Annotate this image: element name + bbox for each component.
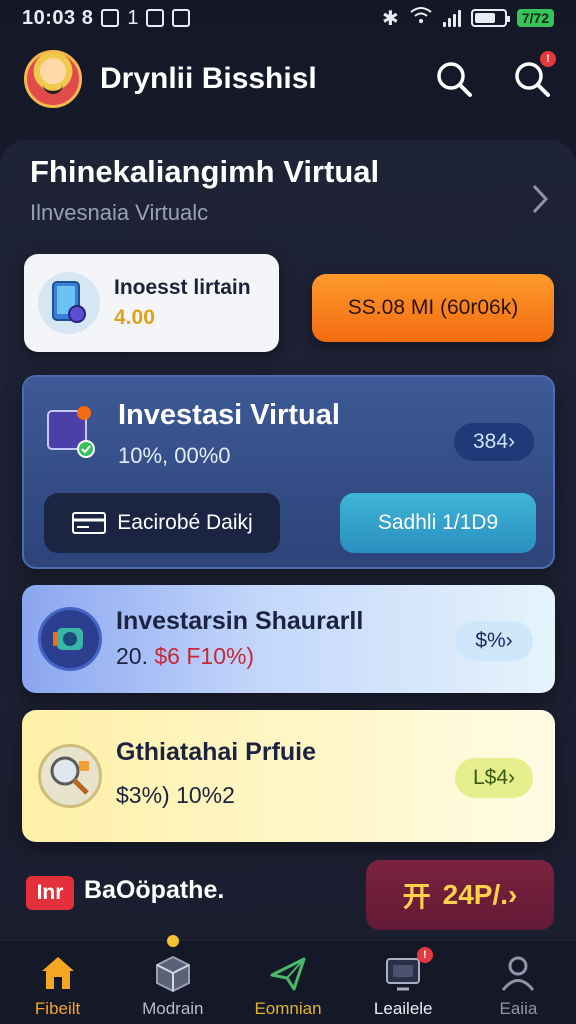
status-bar: 10:03 8 1 ✱ 7/72 — [0, 0, 576, 36]
virtual-secondary-button[interactable]: Eacirobé Daikj — [44, 493, 280, 553]
notification-badge: ! — [540, 51, 556, 67]
portfolio-icon — [47, 406, 95, 458]
search-button[interactable] — [434, 59, 474, 99]
home-icon — [41, 957, 74, 989]
percentage-button[interactable]: 开 24P/.› — [366, 860, 554, 930]
app-header: Drynlii Bisshisl ! — [0, 44, 576, 114]
section-subtitle: Ilnvesnaia Virtualc — [30, 200, 209, 225]
app-title: Drynlii Bisshisl — [100, 62, 317, 95]
app-notification-icon — [172, 9, 191, 27]
bottom-tab-bar: Fibeilt Modrain Eomnian ! Leailele Eaiia — [0, 935, 576, 1024]
avatar[interactable] — [24, 50, 82, 108]
virtual-secondary-label: Eacirobé Daikj — [117, 511, 253, 534]
tab-leaderboard-label: Leailele — [373, 999, 433, 1018]
virtual-card-pill[interactable]: 384› — [454, 423, 534, 461]
list-item-value: $3%) 10%2 — [116, 782, 235, 808]
section-title: Fhinekaliangimh Virtual — [30, 154, 380, 189]
list-item-value-highlight: $6 F10%) — [154, 643, 255, 669]
notification-icon — [146, 9, 165, 27]
list-item-pill[interactable]: L$4› — [455, 758, 533, 798]
virtual-card-subtitle: 10%, 00%0 — [118, 443, 231, 468]
balance-label: Inoesst lirtain — [114, 276, 251, 299]
balance-value: 4.00 — [114, 306, 155, 329]
tab-home[interactable]: Fibeilt — [0, 941, 115, 1024]
tab-profile-label: Eaiia — [499, 999, 538, 1018]
tab-modules-label: Modrain — [142, 999, 204, 1018]
bluetooth-icon: ✱ — [381, 7, 399, 30]
status-time: 10:03 8 — [22, 6, 94, 29]
sim-icon — [101, 9, 120, 27]
brand-badge: Inr — [26, 876, 74, 910]
tab-profile[interactable]: Eaiia — [461, 941, 576, 1024]
chevron-right-icon — [532, 184, 549, 214]
battery-icon — [470, 9, 510, 27]
card-icon — [72, 512, 107, 534]
list-item-title: Investarsin Shaurarll — [116, 607, 364, 635]
active-dot — [166, 935, 179, 947]
button-glyph-icon: 开 — [402, 881, 431, 912]
virtual-primary-button[interactable]: Sadhli 1/1D9 — [340, 493, 536, 553]
virtual-card-title: Investasi Virtual — [118, 399, 340, 431]
notifications-button[interactable]: ! — [512, 51, 556, 99]
list-item-title: Gthiatahai Prfuie — [116, 738, 317, 766]
send-icon — [270, 957, 306, 991]
virtual-investment-card[interactable]: Investasi Virtual 10%, 00%0 384› Eacirob… — [22, 375, 555, 569]
list-item[interactable]: Gthiatahai Prfuie $3%) 10%2 L$4› — [22, 710, 555, 842]
primary-action-button[interactable]: SS.08 MI (60r06k) — [312, 274, 554, 342]
list-item-value: 20. $6 F10%) — [116, 643, 255, 669]
charge-badge: 7/72 — [516, 9, 554, 27]
magnifier-chart-icon — [38, 744, 102, 808]
tab-badge: ! — [416, 947, 433, 963]
tab-leaderboard[interactable]: ! Leailele — [346, 941, 461, 1024]
tab-community-label: Eomnian — [254, 999, 322, 1018]
box-icon — [155, 955, 190, 993]
wifi-icon — [409, 6, 433, 30]
person-icon — [502, 956, 535, 991]
percentage-button-label: 24P/.› — [442, 879, 518, 910]
tablet-icon — [38, 272, 100, 334]
bottom-label: BaOöpathe. — [84, 876, 225, 904]
status-extra: 1 — [127, 6, 139, 29]
list-item-pill[interactable]: $%› — [455, 621, 533, 661]
tab-modules[interactable]: Modrain — [115, 935, 230, 1024]
search-icon — [437, 62, 472, 97]
section-header[interactable]: Fhinekaliangimh Virtual Ilnvesnaia Virtu… — [30, 154, 550, 226]
list-item[interactable]: Investarsin Shaurarll 20. $6 F10%) $%› — [22, 585, 555, 693]
tab-home-label: Fibeilt — [34, 999, 81, 1018]
tab-community[interactable]: Eomnian — [230, 941, 345, 1024]
balance-card[interactable]: Inoesst lirtain 4.00 — [24, 254, 279, 352]
signal-icon — [442, 9, 461, 27]
camera-icon — [38, 607, 102, 671]
battery-level — [474, 13, 495, 23]
